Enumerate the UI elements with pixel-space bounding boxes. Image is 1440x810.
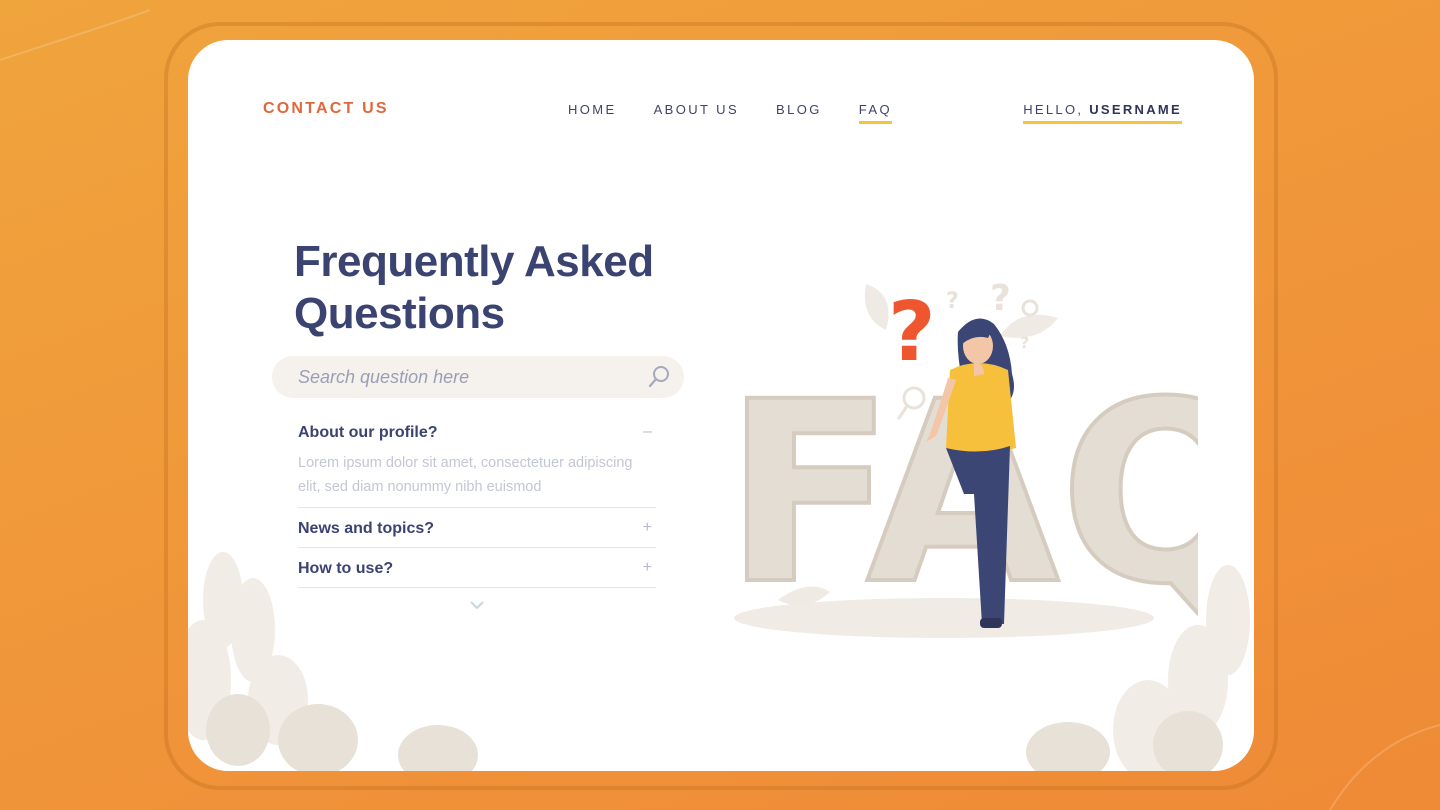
page-title-line-1: Frequently Asked [294,237,654,286]
page-title-line-2: Questions [294,289,505,338]
question-mark-icon: ? [1020,333,1029,352]
page-title: Frequently Asked Questions [294,236,714,340]
greeting-text: HELLO, [1023,102,1084,117]
question-mark-icon: ? [990,278,1011,319]
faq-question: How to use? [298,560,394,577]
search-input[interactable] [298,356,628,398]
contact-us-link[interactable]: CONTACT US [263,100,389,118]
leaf-icon [864,284,889,330]
nav-home[interactable]: HOME [568,102,617,124]
faq-list: About our profile? – Lorem ipsum dolor s… [298,418,656,588]
expand-icon[interactable]: + [643,519,652,537]
faq-item-news[interactable]: News and topics? + [298,508,656,548]
nav-blog[interactable]: BLOG [776,102,822,124]
expand-icon[interactable]: + [643,559,652,577]
user-greeting[interactable]: HELLO, USERNAME [1023,102,1182,124]
faq-item-profile[interactable]: About our profile? – Lorem ipsum dolor s… [298,418,656,508]
main-nav: HOME ABOUT US BLOG FAQ [568,102,929,124]
question-mark-icon: ? [888,285,936,380]
faq-illustration: FAQ ? ? ? ? [722,278,1198,641]
question-mark-icon: ? [946,289,959,314]
nav-faq[interactable]: FAQ [858,102,892,124]
username: USERNAME [1089,102,1182,117]
faq-question: About our profile? [298,424,438,441]
faq-question: News and topics? [298,520,435,537]
page-card: CONTACT US HOME ABOUT US BLOG FAQ HELLO,… [188,40,1254,771]
chevron-down-icon[interactable] [470,600,484,610]
collapse-icon[interactable]: – [643,423,652,441]
search-bar [272,356,684,398]
faq-item-how-to-use[interactable]: How to use? + [298,548,656,588]
search-icon[interactable] [646,364,672,390]
nav-about-us[interactable]: ABOUT US [654,102,739,124]
faq-answer: Lorem ipsum dolor sit amet, consectetuer… [298,455,633,495]
